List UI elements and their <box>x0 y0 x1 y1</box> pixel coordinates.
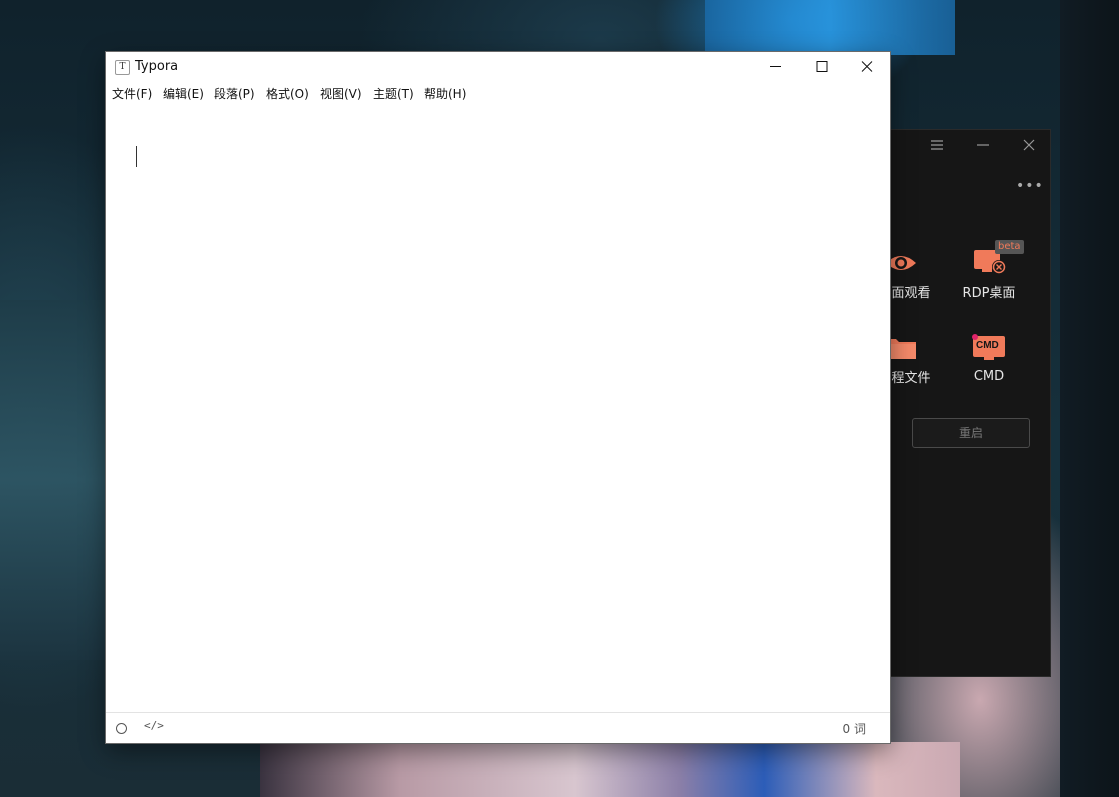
menu-icon[interactable] <box>930 138 944 156</box>
tile-label: 面观看 <box>891 286 931 301</box>
menu-format[interactable]: 格式(O) <box>266 85 309 102</box>
minimize-icon[interactable] <box>976 138 990 156</box>
menu-view[interactable]: 视图(V) <box>320 85 362 102</box>
tile-rdp-desktop[interactable]: beta RDP桌面 <box>956 238 1024 301</box>
minimize-button[interactable] <box>753 52 799 81</box>
tile-label: 程文件 <box>891 371 931 386</box>
wallpaper-region <box>0 300 105 660</box>
menu-edit[interactable]: 编辑(E) <box>163 85 204 102</box>
wallpaper-region <box>260 742 960 797</box>
wallpaper-region <box>1060 0 1119 797</box>
tile-label: RDP桌面 <box>962 286 1016 301</box>
tile-screen-view[interactable]: 面观看 <box>886 250 936 301</box>
close-button[interactable] <box>844 52 890 81</box>
editor-area[interactable] <box>106 104 890 713</box>
folder-icon <box>886 335 920 361</box>
menu-theme[interactable]: 主题(T) <box>373 85 414 102</box>
remote-tool-panel: ••• 面观看 beta RDP桌面 程文件 CMD CMD 重启 <box>885 129 1051 677</box>
typora-app-icon: T <box>115 60 130 75</box>
cmd-icon-text: CMD <box>976 340 999 351</box>
status-bar: </> 0 词 <box>106 712 890 743</box>
more-options-icon[interactable]: ••• <box>1016 178 1044 194</box>
wallpaper-region <box>705 0 955 55</box>
tile-cmd[interactable]: CMD CMD <box>956 331 1022 384</box>
maximize-button[interactable] <box>799 52 845 81</box>
restart-button[interactable]: 重启 <box>912 418 1030 448</box>
cmd-icon: CMD <box>971 331 1007 363</box>
eye-icon <box>886 250 920 276</box>
title-bar[interactable]: T Typora <box>106 52 890 81</box>
word-count[interactable]: 0 词 <box>843 720 866 737</box>
menu-help[interactable]: 帮助(H) <box>424 85 466 102</box>
menu-paragraph[interactable]: 段落(P) <box>214 85 255 102</box>
menu-bar: 文件(F) 编辑(E) 段落(P) 格式(O) 视图(V) 主题(T) 帮助(H… <box>106 82 890 104</box>
text-cursor <box>136 146 137 167</box>
rdp-desktop-icon: beta <box>969 238 1024 276</box>
close-icon[interactable] <box>1022 138 1036 156</box>
window-title: Typora <box>135 59 179 74</box>
typora-window: T Typora 文件(F) 编辑(E) 段落(P) 格式(O) 视图(V) 主… <box>106 52 890 743</box>
outline-toggle-icon[interactable] <box>116 723 127 734</box>
menu-file[interactable]: 文件(F) <box>112 85 152 102</box>
beta-badge: beta <box>995 240 1024 254</box>
tile-remote-files[interactable]: 程文件 <box>886 335 936 386</box>
tile-label: CMD <box>973 369 1005 384</box>
source-code-toggle-icon[interactable]: </> <box>144 719 164 732</box>
